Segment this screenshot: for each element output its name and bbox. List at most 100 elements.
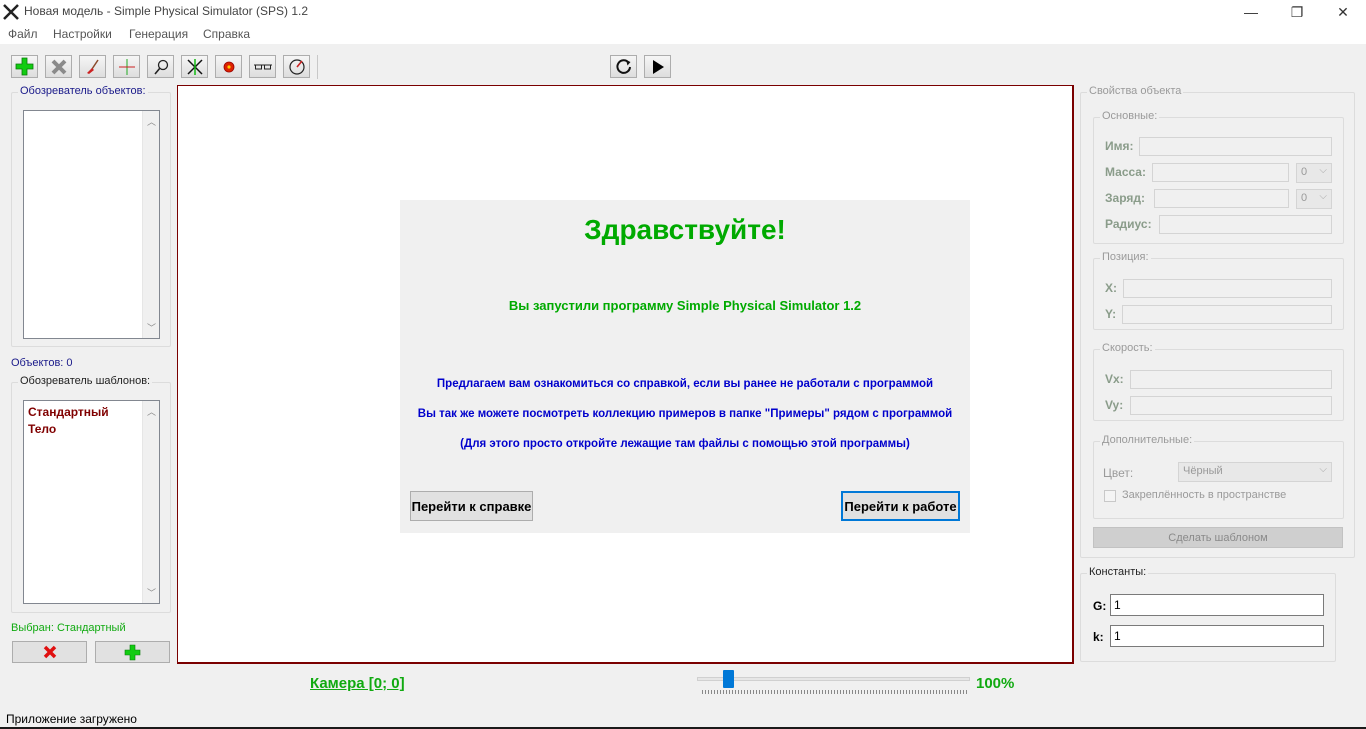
object-browser-group: Обозреватель объектов: ︿ ﹀ [11, 85, 171, 347]
slider-tick [729, 690, 730, 694]
slider-tick [873, 690, 874, 694]
zoom-button[interactable] [147, 55, 174, 78]
app-icon [3, 4, 19, 20]
clear-button[interactable] [79, 55, 106, 78]
minimize-button[interactable]: — [1228, 0, 1274, 24]
slider-tick [861, 690, 862, 694]
chevron-down-icon: ⌵ [1319, 165, 1327, 176]
slider-tick [822, 690, 823, 694]
slider-tick [813, 690, 814, 694]
slider-tick [738, 690, 739, 694]
reset-button[interactable] [610, 55, 637, 78]
scroll-down-icon[interactable]: ﹀ [147, 321, 156, 334]
slider-tick [819, 690, 820, 694]
axes-button[interactable] [181, 55, 208, 78]
template-item[interactable]: Стандартный [28, 405, 109, 419]
delete-object-button[interactable] [45, 55, 72, 78]
chevron-down-icon: ⌵ [1319, 191, 1327, 202]
speed-group: Скорость: Vx: Vy: [1093, 342, 1344, 421]
make-template-button[interactable]: Сделать шаблоном [1093, 527, 1343, 548]
slider-tick [951, 690, 952, 694]
slider-tick [777, 690, 778, 694]
simulation-canvas[interactable]: Здравствуйте! Вы запустили программу Sim… [177, 85, 1074, 664]
pinned-checkbox[interactable] [1104, 490, 1116, 502]
compass-button[interactable] [283, 55, 310, 78]
welcome-heading: Здравствуйте! [584, 214, 786, 245]
slider-tick [768, 690, 769, 694]
slider-tick [759, 690, 760, 694]
close-button[interactable]: ✕ [1320, 0, 1366, 24]
go-to-work-button[interactable]: Перейти к работе [841, 491, 960, 521]
constants-title: Константы: [1087, 566, 1149, 578]
crosshair-button[interactable] [113, 55, 140, 78]
slider-tick [966, 690, 967, 694]
menu-bar: Файл Настройки Генерация Справка [0, 24, 1366, 44]
slider-tick [714, 690, 715, 694]
view-button[interactable] [249, 55, 276, 78]
add-template-button[interactable] [95, 641, 170, 663]
slider-tick [786, 690, 787, 694]
mass-unit-select[interactable]: 0 ⌵ [1296, 163, 1332, 183]
compass-icon [288, 58, 305, 75]
vx-input[interactable] [1130, 370, 1332, 389]
zoom-slider-track[interactable] [697, 677, 970, 681]
slider-tick [939, 690, 940, 694]
k-label: k: [1093, 630, 1104, 644]
charge-input[interactable] [1154, 189, 1289, 208]
go-to-help-button[interactable]: Перейти к справке [410, 491, 533, 521]
maximize-button[interactable]: ❐ [1274, 0, 1320, 24]
name-input[interactable] [1139, 137, 1332, 156]
template-list-scrollbar[interactable]: ︿ ﹀ [142, 401, 159, 603]
play-icon [652, 59, 664, 74]
welcome-panel: Здравствуйте! Вы запустили программу Sim… [400, 200, 970, 533]
mass-input[interactable] [1152, 163, 1289, 182]
object-list-scrollbar[interactable]: ︿ ﹀ [142, 111, 159, 338]
slider-tick [912, 690, 913, 694]
speed-title: Скорость: [1100, 342, 1155, 354]
slider-tick [726, 690, 727, 694]
template-list[interactable]: Стандартный Тело ︿ ﹀ [23, 400, 160, 604]
camera-label[interactable]: Камера [0; 0] [310, 675, 405, 692]
menu-file[interactable]: Файл [8, 27, 38, 41]
slider-tick [870, 690, 871, 694]
welcome-help-text: Предлагаем вам ознакомиться со справкой,… [436, 378, 934, 390]
mass-label: Масса: [1105, 165, 1146, 179]
scroll-up-icon[interactable]: ︿ [147, 405, 156, 418]
constants-group: Константы: G: 1 k: 1 [1080, 566, 1336, 662]
toolbar-separator [317, 55, 318, 79]
slider-tick [762, 690, 763, 694]
broom-icon [86, 59, 99, 74]
menu-help[interactable]: Справка [203, 27, 250, 41]
k-input[interactable]: 1 [1110, 625, 1324, 647]
close-icon: ✕ [1337, 3, 1349, 20]
charge-unit-select[interactable]: 0 ⌵ [1296, 189, 1332, 209]
color-select[interactable]: Чёрный ⌵ [1178, 462, 1332, 482]
scroll-down-icon[interactable]: ﹀ [147, 586, 156, 599]
menu-settings[interactable]: Настройки [53, 27, 112, 41]
x-input[interactable] [1123, 279, 1332, 298]
slider-tick [846, 690, 847, 694]
delete-icon [43, 645, 56, 659]
slider-tick [771, 690, 772, 694]
object-list[interactable]: ︿ ﹀ [23, 110, 160, 339]
vy-input[interactable] [1130, 396, 1332, 415]
y-input[interactable] [1122, 305, 1332, 324]
g-input[interactable]: 1 [1110, 594, 1324, 616]
scroll-up-icon[interactable]: ︿ [147, 115, 156, 128]
slider-tick [924, 690, 925, 694]
add-icon [124, 644, 141, 660]
slider-tick [831, 690, 832, 694]
remove-template-button[interactable] [12, 641, 87, 663]
selected-template: Выбран: Стандартный [11, 622, 126, 634]
add-object-button[interactable] [11, 55, 38, 78]
template-item[interactable]: Тело [28, 422, 56, 436]
slider-tick [960, 690, 961, 694]
radius-input[interactable] [1159, 215, 1332, 234]
slider-tick [945, 690, 946, 694]
charge-button[interactable] [215, 55, 242, 78]
zoom-slider-thumb[interactable] [723, 670, 735, 688]
play-button[interactable] [644, 55, 671, 78]
name-label: Имя: [1105, 139, 1134, 153]
menu-generation[interactable]: Генерация [129, 27, 188, 41]
slider-tick [717, 690, 718, 694]
